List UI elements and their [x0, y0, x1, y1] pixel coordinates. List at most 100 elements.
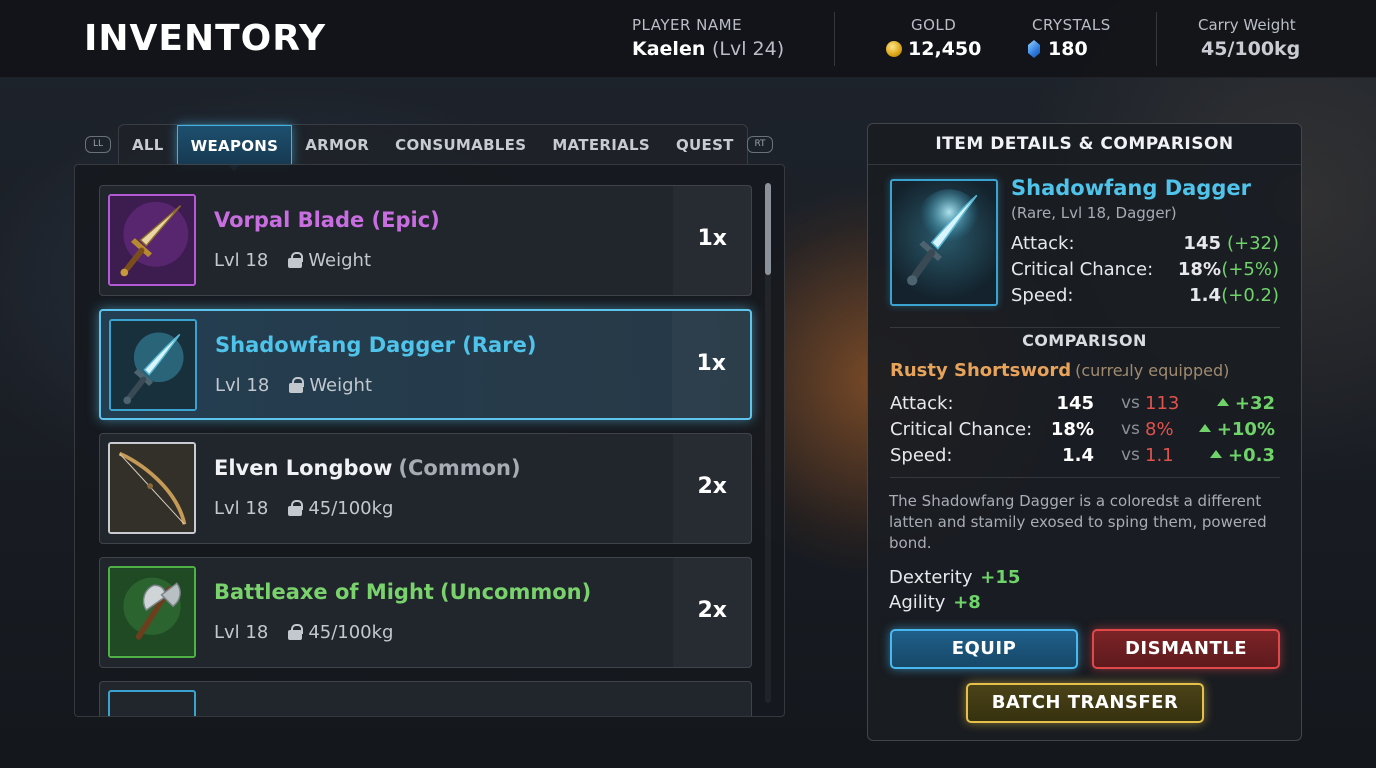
stat-row: Attack: 145 (+32)	[1011, 233, 1279, 255]
item-details-panel: ITEM DETAILS & COMPARISON Shadowfang Dag…	[867, 123, 1302, 741]
item-rarity: (Common)	[398, 456, 521, 480]
item-level: Lvl 18	[214, 622, 269, 643]
item-rarity: (Uncommon)	[439, 580, 592, 604]
delta-up-icon: +0.3	[1210, 445, 1275, 466]
stat-row: Speed: 1.4 (+0.2)	[1011, 285, 1279, 307]
item-thumbnail	[108, 690, 196, 716]
selected-item-image	[890, 179, 998, 306]
inventory-item-row[interactable]: Elven Longbow (Common) Lvl 18 45/100kg 2x	[99, 433, 752, 544]
list-scrollbar[interactable]	[765, 183, 771, 703]
item-title: Vorpal Blade (Epic)	[214, 208, 440, 232]
selected-item-subtitle: (Rare, Lvl 18, Dagger)	[1011, 204, 1177, 222]
divider	[890, 477, 1280, 478]
category-tabs: ALL WEAPONS ARMOR CONSUMABLES MATERIALS QUEST	[118, 124, 748, 171]
attribute-value: +15	[980, 567, 1021, 588]
comparison-row: Attack: 145 vs 113 +32	[890, 393, 1280, 415]
gold-coin-icon	[886, 41, 902, 57]
carry-weight-value: 45/100kg	[1201, 38, 1301, 60]
weight-icon	[288, 624, 304, 640]
attribute-value: +8	[953, 592, 981, 613]
item-name: Battleaxe of Might (Uncommon)	[214, 580, 591, 604]
item-quantity: 2x	[697, 474, 728, 499]
weight-icon	[288, 252, 304, 268]
inventory-item-row[interactable]	[99, 681, 752, 716]
item-meta: Lvl 18 Weight	[214, 250, 371, 271]
comparison-title: COMPARISON	[1022, 331, 1147, 350]
inventory-item-row[interactable]: Vorpal Blade (Epic) Lvl 18 Weight 1x	[99, 185, 752, 296]
inventory-item-row[interactable]: Battleaxe of Might (Uncommon) Lvl 18 45/100…	[99, 557, 752, 668]
equipped-note: (curreɹly equipped)	[1075, 361, 1230, 380]
crystals-label: CRYSTALS	[1032, 16, 1111, 34]
item-weight: 45/100kg	[308, 498, 394, 519]
crystal-icon	[1028, 40, 1040, 58]
equip-button[interactable]: EQUIP	[890, 629, 1078, 669]
divider	[890, 327, 1280, 328]
attribute-row: Dexterity +15	[889, 567, 1020, 588]
attribute-row: Agility +8	[889, 592, 981, 613]
item-quantity: 1x	[696, 351, 727, 376]
player-level: (Lvl 24)	[711, 38, 785, 60]
vs-text: vs	[1121, 419, 1140, 439]
crystals-amount: 180	[1048, 38, 1088, 60]
crystals-value: 180	[1028, 38, 1088, 60]
batch-transfer-button[interactable]: BATCH TRANSFER	[966, 683, 1204, 723]
details-title: ITEM DETAILS & COMPARISON	[935, 134, 1234, 154]
tab-materials[interactable]: MATERIALS	[539, 125, 663, 165]
selected-item-name: Shadowfang Dagger	[1011, 176, 1251, 200]
sword-icon	[108, 194, 196, 286]
gold-value: 12,450	[886, 38, 981, 60]
comparison-label: Speed:	[890, 445, 953, 466]
left-bumper-hint[interactable]: LL	[85, 136, 111, 153]
item-weight: 45/100kg	[308, 622, 394, 643]
comparison-row: Speed: 1.4 vs 1.1 +0.3	[890, 445, 1280, 467]
tab-consumables[interactable]: CONSUMABLES	[382, 125, 539, 165]
divider	[868, 164, 1301, 165]
item-meta: Lvl 18 Weight	[215, 375, 372, 396]
stat-value: 145	[1183, 233, 1221, 254]
delta-up-icon: +32	[1217, 393, 1275, 414]
item-name: Vorpal Blade (Epic)	[214, 208, 440, 232]
weight-icon	[289, 377, 305, 393]
item-description: The Shadowfang Dagger is a coloredsŧ a d…	[889, 492, 1267, 552]
equipped-value: 113	[1145, 393, 1180, 414]
stat-label: Attack:	[1011, 233, 1075, 254]
tab-quest[interactable]: QUEST	[663, 125, 747, 165]
attribute-label: Dexterity	[889, 567, 973, 588]
bow-icon	[108, 442, 196, 534]
item-quantity: 1x	[697, 226, 728, 251]
gold-label: GOLD	[911, 16, 957, 34]
dagger-icon	[109, 319, 197, 411]
new-value: 145	[1056, 393, 1094, 414]
item-weight: Weight	[308, 250, 372, 271]
player-name-label: PLAYER NAME	[632, 16, 743, 34]
item-level: Lvl 18	[214, 250, 269, 271]
tab-all[interactable]: ALL	[119, 125, 177, 165]
item-meta: Lvl 18 45/100kg	[214, 498, 394, 519]
inventory-item-row[interactable]: Shadowfang Dagger (Rare) Lvl 18 Weight 1x	[99, 309, 752, 420]
stat-label: Critical Chance:	[1011, 259, 1154, 280]
comparison-label: Critical Chance:	[890, 419, 1033, 440]
right-bumper-hint[interactable]: RT	[747, 136, 773, 153]
dismantle-button[interactable]: DISMANTLE	[1092, 629, 1280, 669]
comparison-row: Critical Chance: 18% vs 8% +10%	[890, 419, 1280, 441]
axe-icon	[108, 566, 196, 658]
attribute-label: Agility	[889, 592, 946, 613]
tab-armor[interactable]: ARMOR	[292, 125, 382, 165]
equipped-value: 1.1	[1145, 445, 1174, 466]
stat-label: Speed:	[1011, 285, 1074, 306]
new-value: 1.4	[1062, 445, 1094, 466]
item-quantity: 2x	[697, 598, 728, 623]
tab-weapons[interactable]: WEAPONS	[176, 125, 293, 171]
item-meta: Lvl 18 45/100kg	[214, 622, 394, 643]
vs-text: vs	[1121, 445, 1140, 465]
item-weight: Weight	[309, 375, 373, 396]
item-level: Lvl 18	[214, 498, 269, 519]
equipped-item: Rusty Shortsword (curreɹly equipped)	[890, 360, 1229, 381]
stat-bonus: (+0.2)	[1221, 285, 1279, 306]
delta-up-icon: +10%	[1199, 419, 1275, 440]
comparison-label: Attack:	[890, 393, 954, 414]
stat-value: 1.4	[1189, 285, 1221, 306]
equipped-item-name: Rusty Shortsword	[890, 360, 1072, 381]
scrollbar-thumb[interactable]	[765, 183, 771, 275]
page-title: INVENTORY	[84, 18, 327, 59]
